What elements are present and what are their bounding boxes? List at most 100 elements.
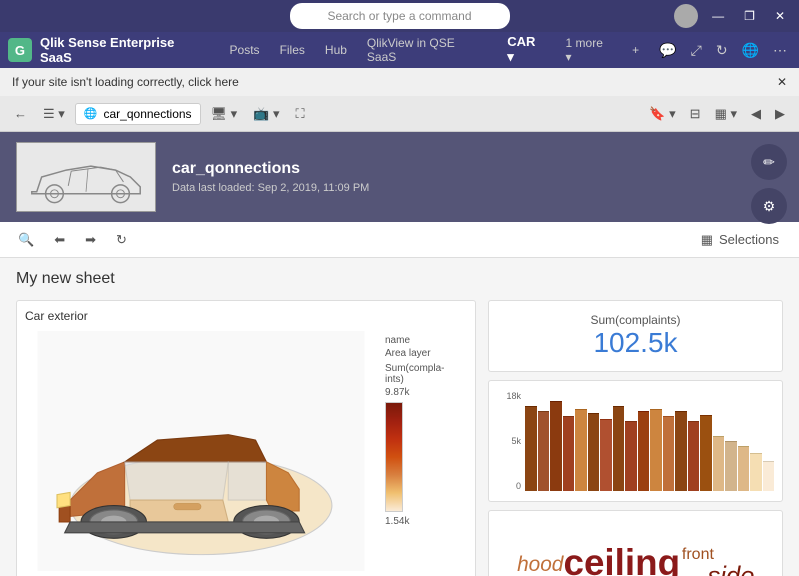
car-thumbnail-svg xyxy=(17,142,155,212)
nav-extend-btn[interactable]: ⛶ xyxy=(290,102,311,126)
menu-more[interactable]: 1 more ▾ xyxy=(558,32,621,68)
tool-forward-button[interactable]: ➡ xyxy=(79,228,102,252)
legend-title2: Area layer xyxy=(385,348,459,359)
nav-next-btn[interactable]: ▶ xyxy=(769,102,791,126)
menu-add-tab[interactable]: + xyxy=(624,39,647,61)
bar-8 xyxy=(613,406,625,491)
bar-10 xyxy=(638,411,650,491)
menu-refresh-icon[interactable]: ↻ xyxy=(712,40,732,61)
menu-globe-icon[interactable]: 🌐 xyxy=(738,40,763,61)
nav-bookmark-btn[interactable]: 🔖 ▾ xyxy=(643,102,681,126)
word-cloud-box[interactable]: hood ceiling front side xyxy=(488,510,783,576)
menu-icons: 💬 ⤢ ↻ 🌐 ⋯ xyxy=(655,40,791,61)
bar-1 xyxy=(525,406,537,491)
menu-dots-icon[interactable]: ⋯ xyxy=(769,40,791,61)
selections-button[interactable]: ▦ Selections xyxy=(693,228,787,252)
kpi-section: Sum(complaints) 102.5k 18k 5k 0 xyxy=(488,300,783,576)
nav-address-text: car_qonnections xyxy=(104,107,192,121)
menu-expand-icon[interactable]: ⤢ xyxy=(687,40,706,61)
tool-back-button[interactable]: ⬅ xyxy=(48,228,71,252)
bar-chart[interactable] xyxy=(525,389,774,493)
navigation-bar: ← ☰ ▾ 🌐 car_qonnections 🖥 ▾ 📺 ▾ ⛶ 🔖 ▾ ⊟ … xyxy=(0,96,799,132)
minimize-button[interactable]: — xyxy=(706,7,730,25)
app-action-buttons: ✏ ⚙ xyxy=(751,144,787,224)
kpi-value: 102.5k xyxy=(501,327,770,359)
restore-button[interactable]: ❐ xyxy=(738,7,761,25)
bar-7 xyxy=(600,419,612,491)
nav-prev-btn[interactable]: ◀ xyxy=(745,102,767,126)
bar-6 xyxy=(588,413,600,491)
bar-2 xyxy=(538,411,550,491)
title-bar-search[interactable]: Search or type a command xyxy=(290,3,510,29)
legend-max-value: 9.87k xyxy=(385,387,459,398)
nav-menu-button[interactable]: ☰ ▾ xyxy=(37,102,71,126)
sheet-toolbar: 🔍 ⬅ ➡ ↻ ▦ Selections xyxy=(0,222,799,258)
y-axis: 18k 5k 0 xyxy=(497,389,521,493)
nav-split-btn[interactable]: ⊟ xyxy=(684,102,707,126)
word-hood: hood xyxy=(517,553,565,576)
bar-5 xyxy=(575,409,587,491)
search-placeholder: Search or type a command xyxy=(327,9,471,23)
bar-3 xyxy=(550,401,562,491)
bar-20 xyxy=(763,461,775,491)
car-exterior-section: Car exterior xyxy=(16,300,476,576)
kpi-label: Sum(complaints) xyxy=(501,313,770,327)
car-section-title: Car exterior xyxy=(25,309,467,323)
word-side: side xyxy=(708,563,755,576)
zoom-tool-button[interactable]: 🔍 xyxy=(12,228,40,252)
legend-area: name Area layer Sum(compla-ints) 9.87k 1… xyxy=(377,331,467,571)
menu-car[interactable]: CAR ▾ xyxy=(499,30,553,71)
bar-16 xyxy=(713,436,725,491)
bar-11 xyxy=(650,409,662,491)
car-visualization: name Area layer Sum(compla-ints) 9.87k 1… xyxy=(25,331,467,571)
car-image-area[interactable] xyxy=(25,331,377,571)
menu-posts[interactable]: Posts xyxy=(222,39,268,61)
app-title: Qlik Sense Enterprise SaaS xyxy=(40,35,210,65)
bar-19 xyxy=(750,453,762,491)
nav-layout-btn[interactable]: ▦ ▾ xyxy=(709,102,743,126)
close-button[interactable]: ✕ xyxy=(769,7,791,25)
app-date: Data last loaded: Sep 2, 2019, 11:09 PM xyxy=(172,182,783,194)
app-thumbnail xyxy=(16,142,156,212)
menu-qlikview[interactable]: QlikView in QSE SaaS xyxy=(359,32,495,68)
warning-close-icon[interactable]: ✕ xyxy=(777,75,787,89)
app-name: car_qonnections xyxy=(172,160,783,178)
viz-container: Car exterior xyxy=(16,300,783,576)
nav-back-button[interactable]: ← xyxy=(8,102,33,125)
bar-chart-box: 18k 5k 0 xyxy=(488,380,783,502)
settings-button[interactable]: ⚙ xyxy=(751,188,787,224)
warning-text: If your site isn't loading correctly, cl… xyxy=(12,75,239,89)
avatar xyxy=(674,4,698,28)
car-colored-svg xyxy=(25,331,377,571)
main-content: My new sheet Car exterior xyxy=(0,258,799,576)
word-front: front xyxy=(682,546,715,563)
bar-9 xyxy=(625,421,637,491)
bar-chart-container: 18k 5k 0 xyxy=(497,389,774,493)
nav-screen-btn[interactable]: 📺 ▾ xyxy=(247,102,285,126)
word-ceiling: ceiling xyxy=(564,542,681,576)
y-axis-max: 18k xyxy=(497,391,521,401)
tool-refresh-button[interactable]: ↻ xyxy=(110,228,133,252)
y-axis-mid: 5k xyxy=(497,436,521,446)
legend-measure-label: Sum(compla-ints) xyxy=(385,363,459,385)
menu-hub[interactable]: Hub xyxy=(317,39,355,61)
edit-button[interactable]: ✏ xyxy=(751,144,787,180)
bar-14 xyxy=(688,421,700,491)
bar-4 xyxy=(563,416,575,491)
nav-site-icon: 🌐 xyxy=(84,107,98,120)
bar-12 xyxy=(663,416,675,491)
nav-right-buttons: 🔖 ▾ ⊟ ▦ ▾ ◀ ▶ xyxy=(643,102,791,126)
warning-bar: If your site isn't loading correctly, cl… xyxy=(0,68,799,96)
word-cloud-svg: hood ceiling front side xyxy=(497,519,774,576)
nav-address-bar[interactable]: 🌐 car_qonnections xyxy=(75,103,201,125)
selections-label: Selections xyxy=(719,232,779,247)
bar-18 xyxy=(738,446,750,491)
nav-device-btn[interactable]: 🖥 ▾ xyxy=(205,102,244,126)
menu-comment-icon[interactable]: 💬 xyxy=(655,40,680,61)
grid-icon: ▦ xyxy=(701,232,713,248)
menu-files[interactable]: Files xyxy=(272,39,313,61)
y-axis-min: 0 xyxy=(497,481,521,491)
app-info: car_qonnections Data last loaded: Sep 2,… xyxy=(172,160,783,194)
legend-min-value: 1.54k xyxy=(385,516,459,527)
legend-gradient-bar xyxy=(385,402,403,512)
